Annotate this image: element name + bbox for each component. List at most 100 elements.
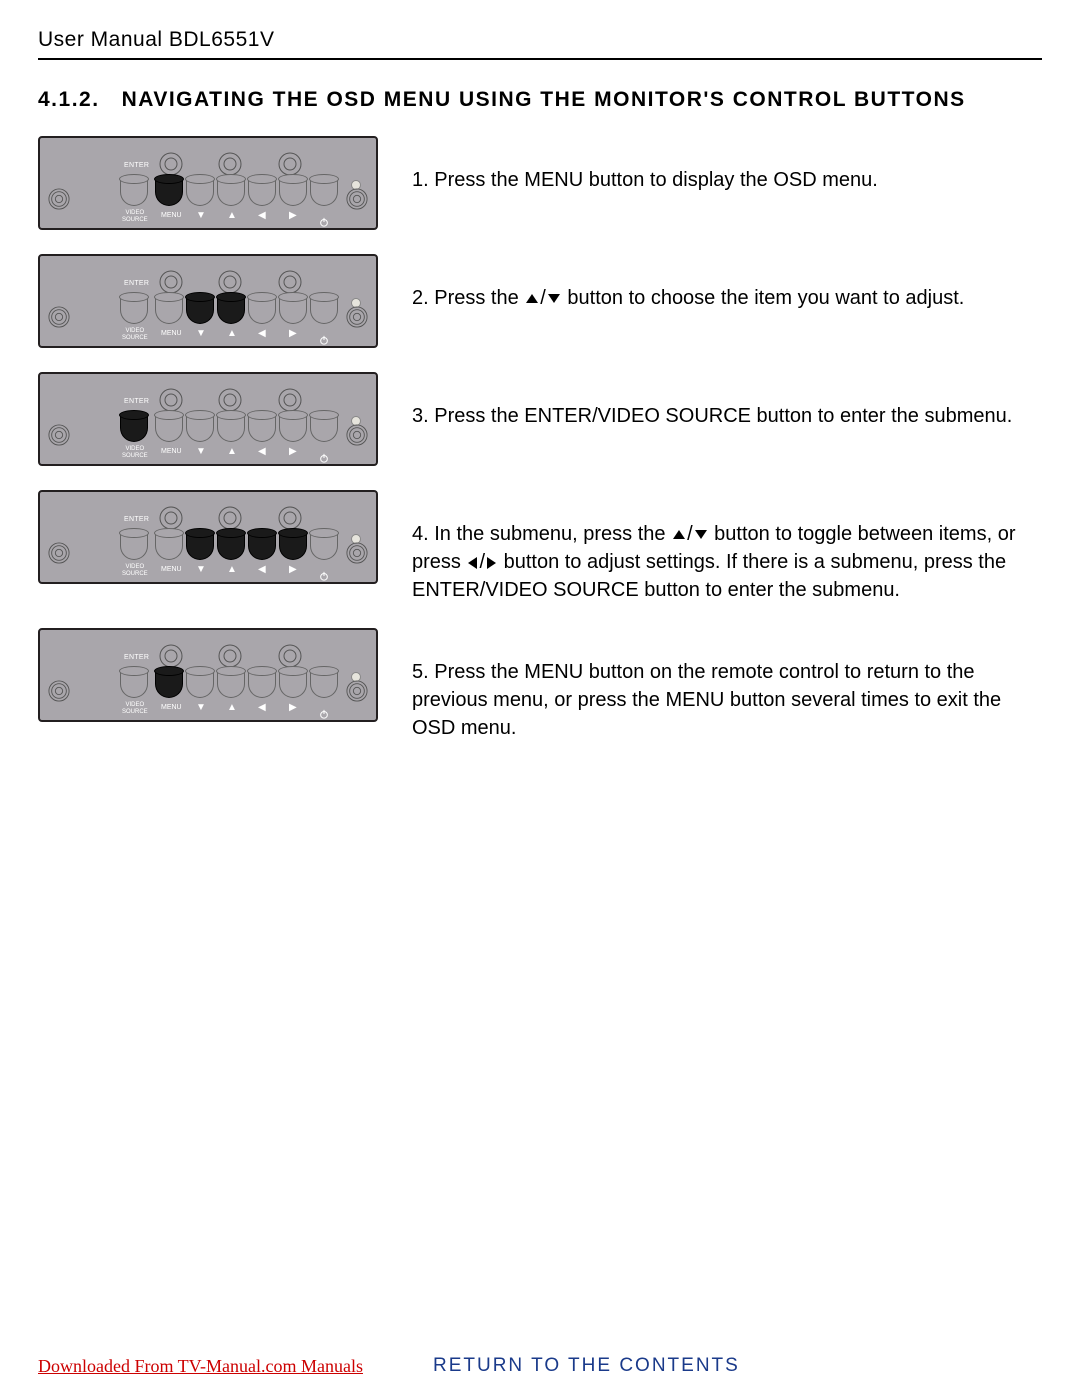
menu-button [155, 532, 183, 560]
step-number: 3. [412, 405, 434, 427]
panel-diagram-wrap: ENTERVIDEOSOURCEMENU▼▲◀▶ [38, 136, 378, 230]
video-source-label: VIDEOSOURCE [122, 702, 148, 716]
control-panel-diagram: ENTERVIDEOSOURCEMENU▼▲◀▶ [38, 628, 378, 722]
screw-icon [346, 424, 368, 446]
arrow-symbol: ▲ [227, 330, 237, 338]
left-button [248, 670, 276, 698]
arrow-symbol: ▶ [289, 566, 297, 574]
right-button [279, 670, 307, 698]
section-number: 4.1.2. [38, 88, 100, 111]
section-heading: 4.1.2. NAVIGATING THE OSD MENU USING THE… [38, 88, 1042, 112]
arrow-up-icon [526, 294, 538, 303]
enter-label: ENTER [124, 280, 149, 287]
dial-icon [159, 644, 183, 668]
arrow-symbol: ▼ [196, 566, 206, 574]
enter-label: ENTER [124, 162, 149, 169]
enter-video-source-button [120, 178, 148, 206]
dial-icon [218, 388, 242, 412]
arrow-symbol: ◀ [258, 566, 266, 574]
step-text: 1. Press the MENU button to display the … [412, 136, 1042, 194]
step-row: ENTER VIDEOSOURCE MENU ▼ ▲ ◀ ▶ 4. In the submen… [38, 490, 1042, 604]
arrow-symbol: ◀ [258, 704, 266, 712]
down-button [186, 532, 214, 560]
arrow-left-icon [468, 557, 477, 569]
panel-diagram-wrap: ENTERVIDEOSOURCEMENU▼▲◀▶ [38, 372, 378, 466]
step-text: 3. Press the ENTER/VIDEO SOURCE button t… [412, 372, 1042, 430]
screw-icon [48, 680, 70, 702]
left-button [248, 296, 276, 324]
dial-icon [278, 388, 302, 412]
screw-icon [48, 188, 70, 210]
step-number: 4. [412, 523, 434, 545]
enter-video-source-button [120, 532, 148, 560]
enter-label: ENTER [124, 516, 149, 523]
enter-video-source-button [120, 670, 148, 698]
button-name-strong: MENU [524, 169, 583, 191]
step-text: 4. In the submenu, press the / button to… [412, 490, 1042, 604]
arrow-symbol: ◀ [258, 212, 266, 220]
button-name-strong: ENTER/VIDEO SOURCE [412, 579, 639, 601]
screw-icon [346, 680, 368, 702]
panel-diagram-wrap: ENTERVIDEOSOURCEMENU▼▲◀▶ [38, 254, 378, 348]
right-button [279, 414, 307, 442]
section-title-text: NAVIGATING THE OSD MENU USING THE MONITO… [122, 88, 966, 111]
step-row: ENTERVIDEOSOURCEMENU▼▲◀▶2. Press the / b… [38, 254, 1042, 348]
up-button [217, 414, 245, 442]
arrow-right-icon [487, 557, 496, 569]
arrow-symbol: ▲ [227, 704, 237, 712]
dial-icon [218, 270, 242, 294]
video-source-label: VIDEOSOURCE [122, 446, 148, 460]
dial-icon [278, 644, 302, 668]
video-source-label: VIDEOSOURCE [122, 210, 148, 224]
power-button [310, 670, 338, 698]
page-header: User Manual BDL6551V [38, 28, 1042, 60]
screw-icon [346, 542, 368, 564]
arrow-symbol: ▶ [289, 448, 297, 456]
up-button [217, 296, 245, 324]
menu-button [155, 296, 183, 324]
down-button [186, 178, 214, 206]
step-row: ENTERVIDEOSOURCEMENU▼▲◀▶5. Press the MEN… [38, 628, 1042, 742]
power-icon [319, 702, 329, 725]
menu-button [155, 414, 183, 442]
dial-icon [278, 152, 302, 176]
panel-diagram-wrap: ENTER VIDEOSOURCE MENU ▼ ▲ ◀ ▶ [38, 490, 378, 584]
dial-icon [159, 506, 183, 530]
video-source-label: VIDEOSOURCE [122, 328, 148, 342]
left-button [248, 178, 276, 206]
control-panel-diagram: ENTERVIDEOSOURCEMENU▼▲◀▶ [38, 136, 378, 230]
step-number: 1. [412, 169, 434, 191]
step-text: 5. Press the MENU button on the remote c… [412, 628, 1042, 742]
arrow-symbol: ▼ [196, 704, 206, 712]
right-button [279, 296, 307, 324]
up-button [217, 532, 245, 560]
panel-diagram-wrap: ENTERVIDEOSOURCEMENU▼▲◀▶ [38, 628, 378, 722]
power-button [310, 532, 338, 560]
step-row: ENTERVIDEOSOURCEMENU▼▲◀▶3. Press the ENT… [38, 372, 1042, 466]
left-button [248, 532, 276, 560]
arrow-up-icon [673, 530, 685, 539]
power-button [310, 296, 338, 324]
screw-icon [48, 542, 70, 564]
menu-label: MENU [161, 330, 182, 337]
dial-icon [159, 388, 183, 412]
power-icon [319, 446, 329, 469]
down-button [186, 670, 214, 698]
dial-icon [218, 506, 242, 530]
enter-label: ENTER [124, 398, 149, 405]
down-button [186, 296, 214, 324]
dial-icon [278, 506, 302, 530]
menu-button [155, 670, 183, 698]
arrow-symbol: ◀ [258, 448, 266, 456]
up-button [217, 670, 245, 698]
download-source-link[interactable]: Downloaded From TV-Manual.com Manuals [38, 1356, 363, 1377]
step-number: 2. [412, 287, 434, 309]
menu-label: MENU [161, 566, 182, 573]
arrow-symbol: ▲ [227, 566, 237, 574]
return-to-contents-link[interactable]: RETURN TO THE CONTENTS [433, 1355, 740, 1377]
screw-icon [48, 306, 70, 328]
power-icon [319, 210, 329, 233]
video-source-label: VIDEOSOURCE [122, 564, 148, 578]
arrow-symbol: ▶ [289, 212, 297, 220]
power-button [310, 178, 338, 206]
